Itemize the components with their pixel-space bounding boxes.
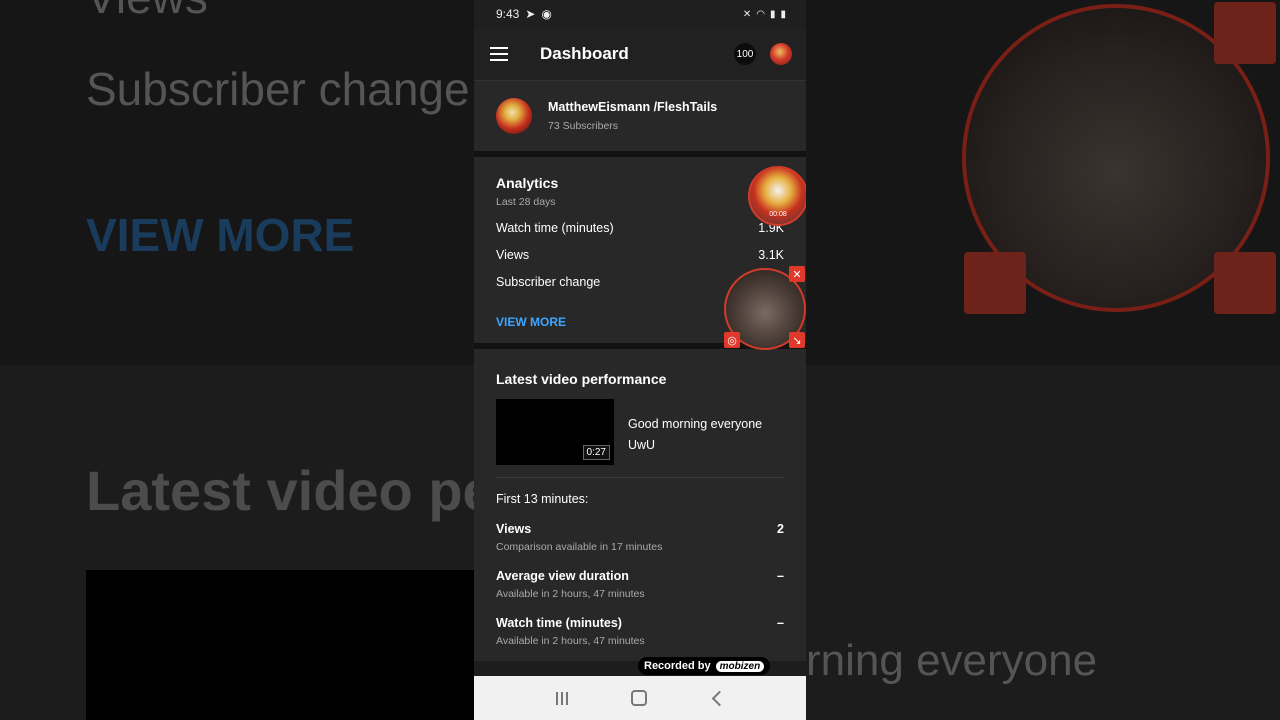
channel-avatar — [496, 98, 532, 134]
recent-apps-icon[interactable] — [555, 691, 568, 705]
system-nav-bar — [474, 676, 806, 720]
analytics-title: Analytics — [496, 175, 559, 191]
metric-average-view-duration: Average view duration – Available in 2 ho… — [496, 569, 784, 600]
analytics-period: Last 28 days — [496, 196, 556, 208]
recorder-logo: mobizen — [715, 660, 765, 672]
analytics-row-watch-time: Watch time (minutes) 1.9K — [496, 221, 784, 235]
background-text-views: Views — [86, 0, 208, 24]
first-period-label: First 13 minutes: — [496, 492, 589, 506]
background-resize-icon — [1214, 252, 1276, 314]
recording-timer: 00:08 — [769, 211, 787, 218]
channel-name: MatthewEismann /FleshTails — [548, 100, 718, 114]
analytics-row-views: Views 3.1K — [496, 248, 784, 262]
status-bar: 9:43 ➤ ◉ ✕ ◠ ▮ ▮ — [474, 0, 806, 28]
camera-switch-icon[interactable]: ◎ — [724, 332, 740, 348]
wifi-icon: ◠ — [756, 8, 765, 20]
channel-header[interactable]: MatthewEismann /FleshTails 73 Subscriber… — [474, 81, 806, 157]
back-icon[interactable] — [711, 690, 727, 706]
page-title: Dashboard — [540, 44, 629, 63]
notifications-badge[interactable]: 100 — [734, 43, 756, 65]
metric-views: Views 2 Comparison available in 17 minute… — [496, 522, 784, 553]
metric-watch-time: Watch time (minutes) – Available in 2 hou… — [496, 616, 784, 647]
background-text-subscriber: Subscriber change — [86, 63, 470, 115]
battery-icon: ▮ — [780, 8, 786, 20]
recorder-watermark: Recorded by mobizen — [638, 657, 771, 675]
mute-icon: ✕ — [742, 8, 752, 20]
latest-video-title: Latest video performance — [496, 371, 667, 387]
recording-timer-bubble[interactable]: 00:08 — [748, 166, 806, 226]
video-duration: 0:27 — [582, 445, 610, 460]
channel-subscribers: 73 Subscribers — [548, 120, 619, 132]
signal-icon: ▮ — [769, 8, 776, 20]
video-title: Good morning everyone UwU — [628, 417, 763, 452]
resize-icon[interactable]: ↘ — [789, 332, 805, 348]
background-text-video-title: rning everyone — [806, 636, 1098, 685]
navigation-arrow-icon: ➤ — [525, 7, 536, 21]
background-close-icon — [1214, 2, 1276, 64]
close-icon[interactable]: ✕ — [789, 266, 805, 282]
video-thumbnail[interactable]: 0:27 — [496, 399, 614, 465]
media-icon: ◉ — [541, 7, 552, 21]
background-camera-icon — [964, 252, 1026, 314]
phone-screen: 9:43 ➤ ◉ ✕ ◠ ▮ ▮ Dashboard 100 MatthewEi… — [474, 0, 806, 720]
menu-icon[interactable] — [490, 47, 508, 61]
status-time: 9:43 — [496, 7, 520, 21]
home-icon[interactable] — [630, 690, 647, 706]
background-text-view-more: VIEW MORE — [86, 209, 355, 261]
background-thumbnail — [86, 570, 476, 720]
account-avatar[interactable] — [770, 43, 792, 65]
app-bar: Dashboard 100 — [474, 28, 806, 81]
latest-video-item[interactable]: 0:27 Good morning everyone UwU — [496, 399, 784, 478]
latest-video-card: Latest video performance 0:27 Good morni… — [474, 349, 806, 661]
